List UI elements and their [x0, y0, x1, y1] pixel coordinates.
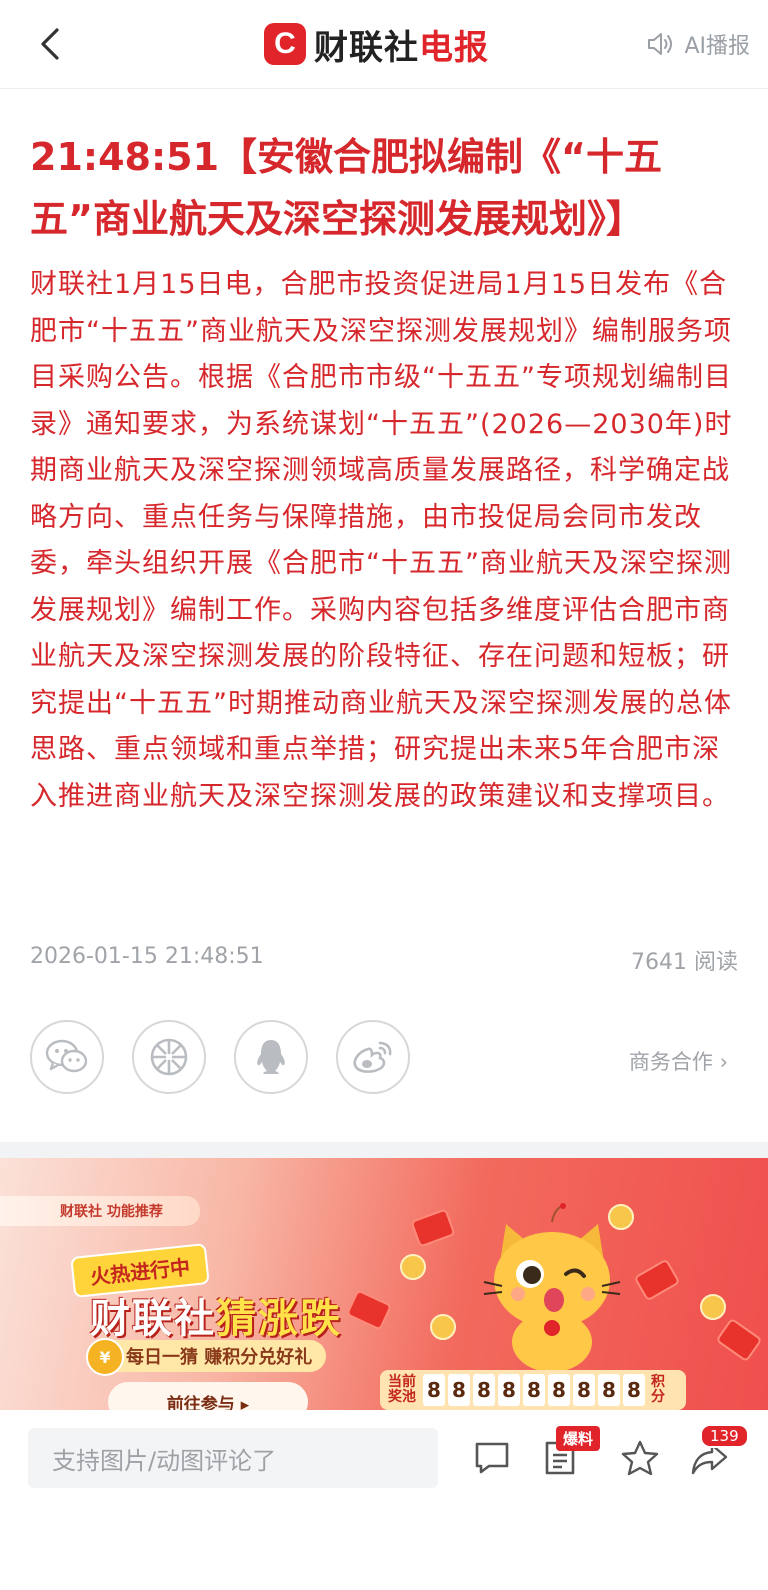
comment-icon: [475, 1442, 509, 1474]
brand-logo-mark: C: [264, 23, 306, 65]
wechat-icon: [45, 1039, 88, 1073]
prize-pool-label: 当前 奖池: [384, 1375, 420, 1405]
banner-title-primary: 财联社: [90, 1296, 216, 1342]
article-meta: 2026-01-15 21:48:51 7641 阅读: [30, 944, 738, 976]
prize-pool-counter: 当前 奖池 8 8 8 8 8 8 8 8 8 积 分: [380, 1370, 686, 1410]
prize-pool-digit: 8: [423, 1374, 445, 1406]
comment-input[interactable]: 支持图片/动图评论了: [28, 1428, 438, 1488]
banner-cta-button[interactable]: 前往参与 ▸: [108, 1382, 308, 1410]
brand-name-accent: 电报: [419, 27, 489, 68]
business-cooperation-link[interactable]: 商务合作 ›: [629, 1046, 728, 1076]
publish-timestamp: 2026-01-15 21:48:51: [30, 944, 264, 969]
prize-pool-digit: 8: [548, 1374, 570, 1406]
prize-pool-label-line2: 奖池: [388, 1389, 416, 1405]
prize-pool-unit: 积 分: [648, 1375, 668, 1405]
prize-pool-unit-line2: 分: [651, 1389, 665, 1405]
red-envelope-icon: [412, 1210, 454, 1246]
share-row: [30, 1020, 410, 1094]
comment-button[interactable]: [472, 1438, 512, 1478]
prize-pool-digit: 8: [473, 1374, 495, 1406]
report-badge: 爆料: [556, 1426, 601, 1451]
bottom-action-bar: 支持图片/动图评论了 爆料 139: [0, 1410, 768, 1590]
article-title: 21:48:51【安徽合肥拟编制《“十五五”商业航天及深空探测发展规划》】: [30, 135, 663, 241]
article-body: 财联社1月15日电，合肥市投资促进局1月15日发布《合肥市“十五五”商业航天及深…: [30, 269, 733, 812]
favorite-button[interactable]: [620, 1438, 660, 1478]
chevron-left-icon: [41, 28, 59, 60]
banner-title-accent: 猜涨跌: [216, 1296, 342, 1342]
top-navigation-bar: C 财联社电报 AI播报: [0, 0, 768, 89]
banner-title: 财联社猜涨跌: [90, 1286, 342, 1344]
ai-broadcast-button[interactable]: AI播报: [646, 28, 750, 60]
prize-pool-label-line1: 当前: [388, 1374, 416, 1390]
brand-logo: C 财联社电报: [264, 20, 489, 68]
star-icon: [621, 1440, 659, 1476]
speaker-icon: [648, 33, 673, 55]
brand-name: 财联社电报: [314, 20, 489, 69]
red-envelope-icon: [718, 1320, 760, 1360]
weibo-icon: [353, 1041, 392, 1073]
promo-banner[interactable]: 财联社 功能推荐 火热进行中 财联社猜涨跌 ¥ 每日一猜 赚积分兑好礼 前往参与…: [0, 1158, 768, 1410]
prize-pool-digit: 8: [448, 1374, 470, 1406]
share-weibo-button[interactable]: [336, 1020, 410, 1094]
qq-icon: [257, 1040, 285, 1074]
banner-subtitle-text: 每日一猜 赚积分兑好礼: [126, 1347, 313, 1368]
section-divider: [0, 1142, 768, 1158]
prize-pool-digit: 8: [573, 1374, 595, 1406]
gold-coin-icon: [430, 1314, 456, 1340]
share-count-badge: 139: [700, 1424, 749, 1448]
red-envelope-icon: [636, 1261, 678, 1299]
share-qq-button[interactable]: [234, 1020, 308, 1094]
banner-subtitle: ¥ 每日一猜 赚积分兑好礼: [86, 1338, 327, 1376]
prize-pool-digit: 8: [598, 1374, 620, 1406]
back-button[interactable]: [30, 22, 70, 66]
gold-coin-icon: [400, 1254, 426, 1280]
prize-pool-digit: 8: [498, 1374, 520, 1406]
brand-name-primary: 财联社: [314, 27, 419, 68]
prize-pool-digit: 8: [523, 1374, 545, 1406]
yen-coin-icon: ¥: [86, 1338, 124, 1376]
prize-pool-digit: 8: [623, 1374, 645, 1406]
banner-tag: 财联社 功能推荐: [0, 1196, 200, 1226]
gold-coin-icon: [608, 1204, 634, 1230]
read-count: 7641 阅读: [631, 950, 738, 975]
red-envelope-icon: [348, 1291, 390, 1329]
gold-coin-icon: [700, 1294, 726, 1320]
moments-icon: [150, 1038, 188, 1076]
prize-pool-unit-line1: 积: [651, 1374, 665, 1390]
share-moments-button[interactable]: [132, 1020, 206, 1094]
ai-broadcast-label: AI播报: [684, 34, 750, 59]
share-wechat-button[interactable]: [30, 1020, 104, 1094]
